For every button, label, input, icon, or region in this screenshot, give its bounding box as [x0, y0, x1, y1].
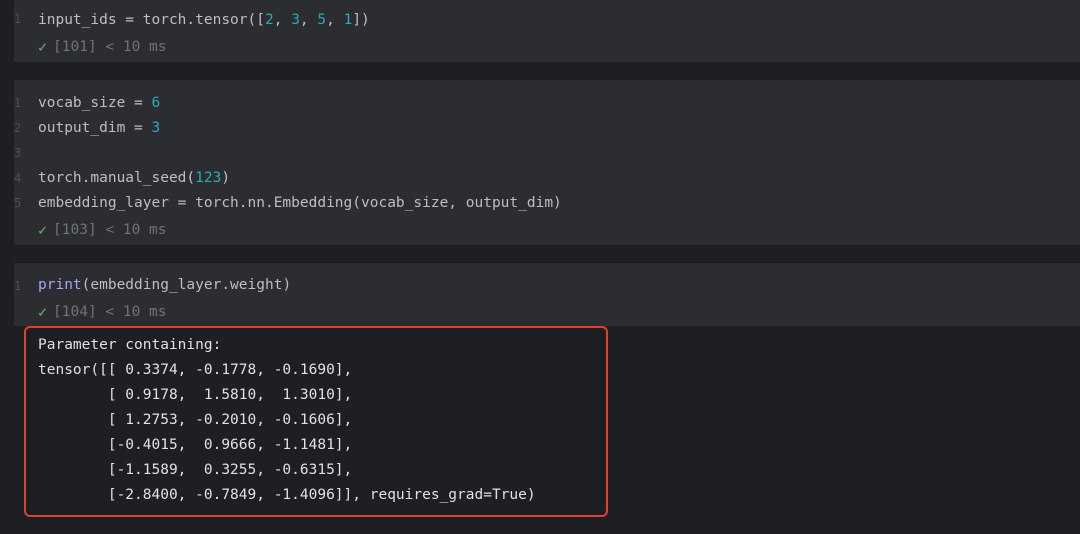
code-text: ,	[299, 12, 318, 28]
code-text: vocab_size =	[38, 95, 152, 111]
execution-status: ✓ [101] < 10 ms	[38, 38, 167, 56]
output-line: [-0.4015, 0.9666, -1.1481],	[38, 437, 353, 453]
line-number: 2	[14, 121, 22, 135]
code-line[interactable]: input_ids = torch.tensor([2, 3, 5, 1])	[38, 11, 370, 29]
output-line: Parameter containing:	[38, 337, 222, 353]
code-text: torch.manual_seed(	[38, 170, 196, 186]
code-number: 123	[195, 170, 222, 186]
code-text: input_ids = torch.tensor([	[38, 12, 265, 28]
line-number: 1	[14, 279, 22, 293]
code-text: ])	[352, 12, 370, 28]
line-number: 1	[14, 12, 22, 26]
code-number: 2	[264, 12, 274, 28]
code-text: ,	[273, 12, 292, 28]
output-line: [-1.1589, 0.3255, -0.6315],	[38, 462, 353, 478]
output-line: [-2.8400, -0.7849, -1.4096]], requires_g…	[38, 487, 536, 503]
code-cell-1[interactable]: 1 input_ids = torch.tensor([2, 3, 5, 1])…	[14, 0, 1080, 62]
code-text: output_dim =	[38, 120, 152, 136]
line-number: 3	[14, 146, 22, 160]
line-number: 1	[14, 96, 22, 110]
line-number: 4	[14, 171, 22, 185]
code-text: (embedding_layer.weight)	[81, 277, 292, 293]
code-line[interactable]: embedding_layer = torch.nn.Embedding(voc…	[38, 194, 562, 212]
cell-output: Parameter containing: tensor([[ 0.3374, …	[24, 326, 608, 517]
execution-info: [103] < 10 ms	[53, 222, 167, 238]
check-icon: ✓	[38, 38, 48, 56]
execution-info: [101] < 10 ms	[53, 39, 167, 55]
code-cell-2[interactable]: 1 2 3 4 5 vocab_size = 6 output_dim = 3 …	[14, 80, 1080, 245]
code-cell-3[interactable]: 1 print(embedding_layer.weight) ✓ [104] …	[14, 263, 1080, 326]
output-line: [ 1.2753, -0.2010, -0.1606],	[38, 412, 353, 428]
check-icon: ✓	[38, 303, 48, 321]
check-icon: ✓	[38, 221, 48, 239]
output-line: [ 0.9178, 1.5810, 1.3010],	[38, 387, 353, 403]
code-text: ,	[326, 12, 344, 28]
output-line: tensor([[ 0.3374, -0.1778, -0.1690],	[38, 362, 353, 378]
execution-info: [104] < 10 ms	[53, 304, 167, 320]
code-line[interactable]: print(embedding_layer.weight)	[38, 276, 291, 294]
line-number: 5	[14, 196, 22, 210]
code-line[interactable]: vocab_size = 6	[38, 94, 160, 112]
code-text: )	[221, 170, 231, 186]
code-number: 5	[317, 12, 327, 28]
code-function: print	[38, 277, 82, 293]
code-line[interactable]: output_dim = 3	[38, 119, 160, 137]
code-number: 3	[291, 12, 300, 28]
execution-status: ✓ [104] < 10 ms	[38, 303, 167, 321]
code-line[interactable]: torch.manual_seed(123)	[38, 169, 230, 187]
code-number: 6	[151, 95, 161, 111]
code-number: 3	[151, 120, 161, 136]
execution-status: ✓ [103] < 10 ms	[38, 221, 167, 239]
